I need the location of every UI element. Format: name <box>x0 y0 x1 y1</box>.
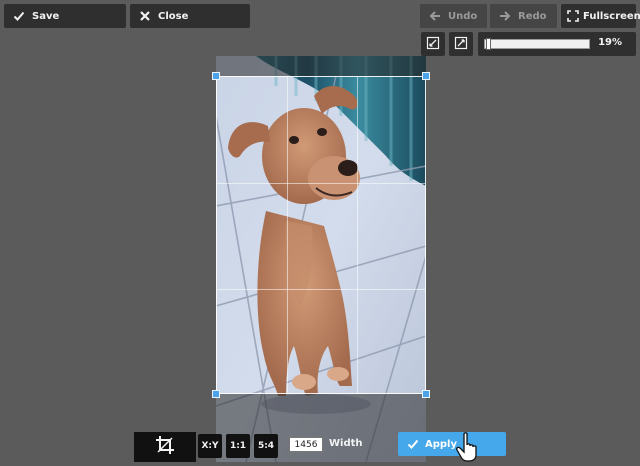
crop-toolbar: X:Y 1:1 5:4 1456 Width Apply <box>134 432 506 462</box>
ratio-5-4-button[interactable]: 5:4 <box>254 434 278 458</box>
zoom-slider-handle[interactable] <box>486 38 491 50</box>
crop-frame[interactable] <box>216 76 426 394</box>
expand-icon <box>567 9 579 23</box>
close-button[interactable]: Close <box>130 4 250 28</box>
ratio-square-button[interactable]: 1:1 <box>226 434 250 458</box>
zoom-control: 19% <box>478 32 636 56</box>
fullscreen-label: Fullscreen <box>583 10 640 22</box>
crop-icon <box>155 435 175 459</box>
zoom-in-icon <box>454 36 468 53</box>
x-icon <box>138 9 152 23</box>
crop-handle-top-left[interactable] <box>212 72 220 80</box>
crop-handle-bottom-left[interactable] <box>212 390 220 398</box>
hand-pointer-icon <box>456 432 484 462</box>
arrow-right-icon <box>498 9 512 23</box>
apply-label: Apply <box>425 438 458 450</box>
check-icon <box>406 437 420 451</box>
close-label: Close <box>158 10 189 22</box>
ratio-free-button[interactable]: X:Y <box>198 434 222 458</box>
crop-grid-line <box>357 77 358 393</box>
arrow-left-icon <box>428 9 442 23</box>
zoom-slider[interactable] <box>484 38 590 50</box>
zoom-out-icon <box>426 36 440 53</box>
apply-button[interactable]: Apply <box>398 432 506 456</box>
undo-button[interactable]: Undo <box>420 4 487 28</box>
redo-button[interactable]: Redo <box>490 4 557 28</box>
check-icon <box>12 9 26 23</box>
zoom-out-button[interactable] <box>421 32 445 56</box>
width-input[interactable]: 1456 <box>289 437 323 452</box>
fullscreen-button[interactable]: Fullscreen <box>561 4 640 28</box>
width-label: Width <box>329 438 363 449</box>
save-button[interactable]: Save <box>4 4 126 28</box>
undo-label: Undo <box>448 10 478 22</box>
crop-handle-bottom-right[interactable] <box>422 390 430 398</box>
crop-grid-line <box>287 77 288 393</box>
crop-handle-top-right[interactable] <box>422 72 430 80</box>
crop-shade-top <box>216 56 426 76</box>
save-label: Save <box>32 10 60 22</box>
crop-tool-button[interactable] <box>134 432 196 462</box>
redo-label: Redo <box>518 10 547 22</box>
zoom-value: 19% <box>598 37 622 48</box>
crop-grid-line <box>217 183 425 184</box>
crop-grid-line <box>217 289 425 290</box>
zoom-in-button[interactable] <box>449 32 473 56</box>
